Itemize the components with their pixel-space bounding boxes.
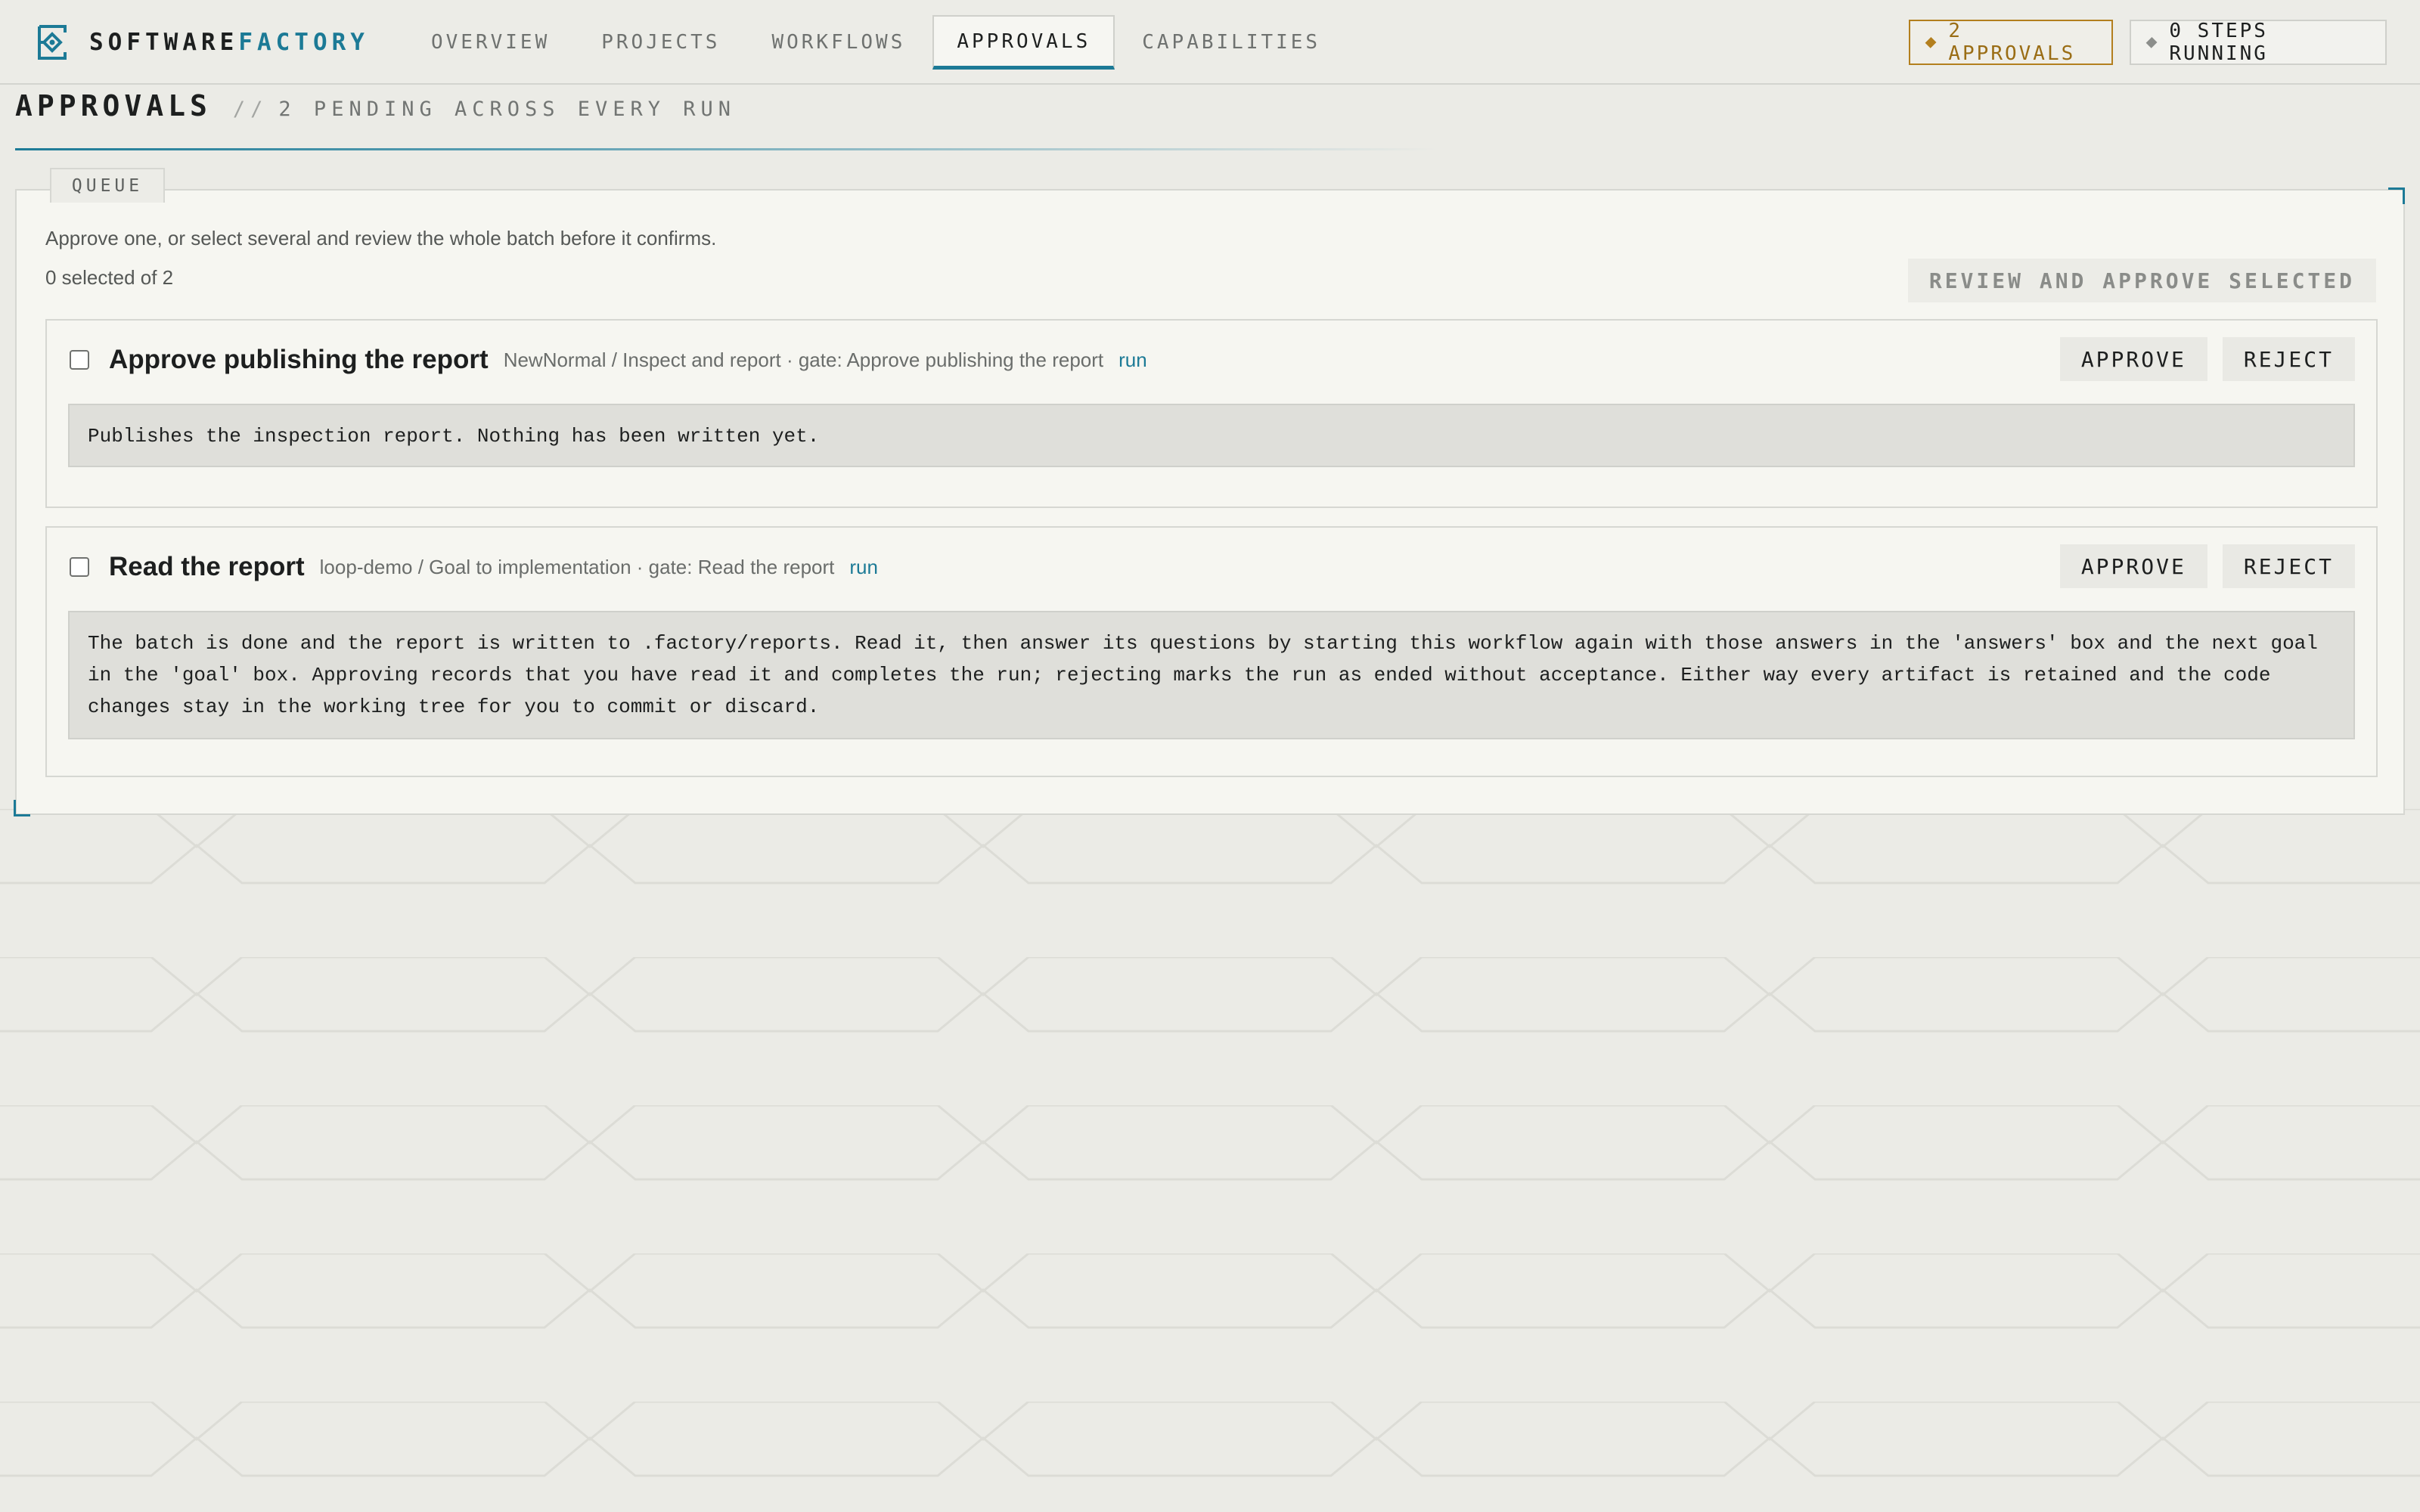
approval-title: Approve publishing the report xyxy=(109,345,489,374)
approval-meta: loop-demo / Goal to implementation · gat… xyxy=(319,555,835,578)
approval-actions: APPROVE REJECT xyxy=(2045,337,2355,381)
diamond-icon xyxy=(1925,36,1937,48)
page-subtitle: // 2 PENDING ACROSS EVERY RUN xyxy=(233,98,736,121)
page-heading: APPROVALS // 2 PENDING ACROSS EVERY RUN xyxy=(15,89,736,127)
approval-actions: APPROVE REJECT xyxy=(2045,544,2355,588)
heading-divider xyxy=(15,148,1437,150)
steps-running-pill[interactable]: 0 STEPS RUNNING xyxy=(2130,20,2387,65)
page-title: APPROVALS xyxy=(15,89,212,122)
approve-button[interactable]: APPROVE xyxy=(2059,337,2207,381)
diamond-icon xyxy=(2145,36,2158,48)
approval-card: Read the report loop-demo / Goal to impl… xyxy=(45,526,2378,777)
steps-running-label: 0 STEPS RUNNING xyxy=(2169,20,2268,65)
reject-button[interactable]: REJECT xyxy=(2222,337,2355,381)
approval-description: The batch is done and the report is writ… xyxy=(68,611,2355,739)
subtitle-text: 2 PENDING ACROSS EVERY RUN xyxy=(278,98,737,121)
queue-panel: Approve one, or select several and revie… xyxy=(15,189,2405,815)
review-and-approve-selected-button[interactable]: REVIEW AND APPROVE SELECTED xyxy=(1907,259,2376,302)
subtitle-prefix: // xyxy=(232,98,268,121)
tab-overview[interactable]: OVERVIEW xyxy=(407,15,574,70)
approvals-count-pill[interactable]: 2 APPROVALS xyxy=(1909,20,2113,65)
tab-capabilities[interactable]: CAPABILITIES xyxy=(1118,15,1345,70)
approvals-count-label: 2 APPROVALS xyxy=(1948,20,2076,65)
approval-card-header: Read the report loop-demo / Goal to impl… xyxy=(70,546,878,588)
tab-projects[interactable]: PROJECTS xyxy=(577,15,744,70)
approval-title: Read the report xyxy=(109,552,305,581)
run-link[interactable]: run xyxy=(1118,349,1147,372)
approve-button[interactable]: APPROVE xyxy=(2059,544,2207,588)
tab-approvals[interactable]: APPROVALS xyxy=(932,15,1115,70)
top-bar: SOFTWAREFACTORY OVERVIEW PROJECTS WORKFL… xyxy=(0,0,2420,85)
queue-intro: Approve one, or select several and revie… xyxy=(45,227,717,249)
factory-logo-icon xyxy=(38,25,67,60)
brand[interactable]: SOFTWAREFACTORY xyxy=(33,21,369,64)
brand-name: SOFTWAREFACTORY xyxy=(89,29,369,56)
main-nav: OVERVIEW PROJECTS WORKFLOWS APPROVALS CA… xyxy=(407,15,1348,70)
select-checkbox[interactable] xyxy=(70,557,89,577)
approval-card: Approve publishing the report NewNormal … xyxy=(45,319,2378,508)
select-checkbox[interactable] xyxy=(70,350,89,370)
approval-description: Publishes the inspection report. Nothing… xyxy=(68,404,2355,467)
panel-corner-top-right xyxy=(2388,187,2405,204)
approval-meta: NewNormal / Inspect and report · gate: A… xyxy=(503,348,1104,371)
tab-workflows[interactable]: WORKFLOWS xyxy=(747,15,929,70)
reject-button[interactable]: REJECT xyxy=(2222,544,2355,588)
panel-corner-bottom-left xyxy=(14,800,30,816)
selected-count: 0 selected of 2 xyxy=(45,266,174,289)
queue-tab-label: QUEUE xyxy=(50,168,165,203)
run-link[interactable]: run xyxy=(849,556,878,579)
approval-card-header: Approve publishing the report NewNormal … xyxy=(70,339,1147,381)
